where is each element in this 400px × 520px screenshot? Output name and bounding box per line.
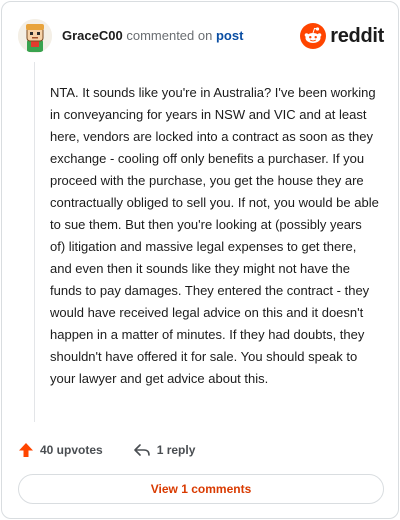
comment-card: GraceC00 commented on post reddit NTA. I… [1,1,399,519]
snoo-avatar-icon [18,19,52,53]
upvote-button[interactable]: 40 upvotes [18,442,103,458]
thread-line[interactable] [34,62,35,422]
reddit-brand[interactable]: reddit [300,23,384,49]
reddit-logo-icon [300,23,327,49]
reply-button[interactable]: 1 reply [133,443,196,457]
reply-arrow-icon [133,444,150,456]
username-link[interactable]: GraceC00 [62,28,123,43]
reply-count: 1 reply [156,443,196,457]
upvote-count: 40 upvotes [40,443,103,457]
comment-meta: GraceC00 commented on post [62,28,243,44]
reddit-wordmark: reddit [330,24,384,47]
commented-on-text: commented on [126,28,213,43]
view-comments-button[interactable]: View 1 comments [18,474,384,504]
post-link[interactable]: post [216,28,243,43]
comment-body: NTA. It sounds like you're in Australia?… [50,85,379,386]
upvote-arrow-icon [19,443,33,457]
comment-actions: 40 upvotes 1 reply [18,438,195,462]
user-avatar[interactable] [18,19,52,53]
comment-header: GraceC00 commented on post reddit [18,16,384,56]
